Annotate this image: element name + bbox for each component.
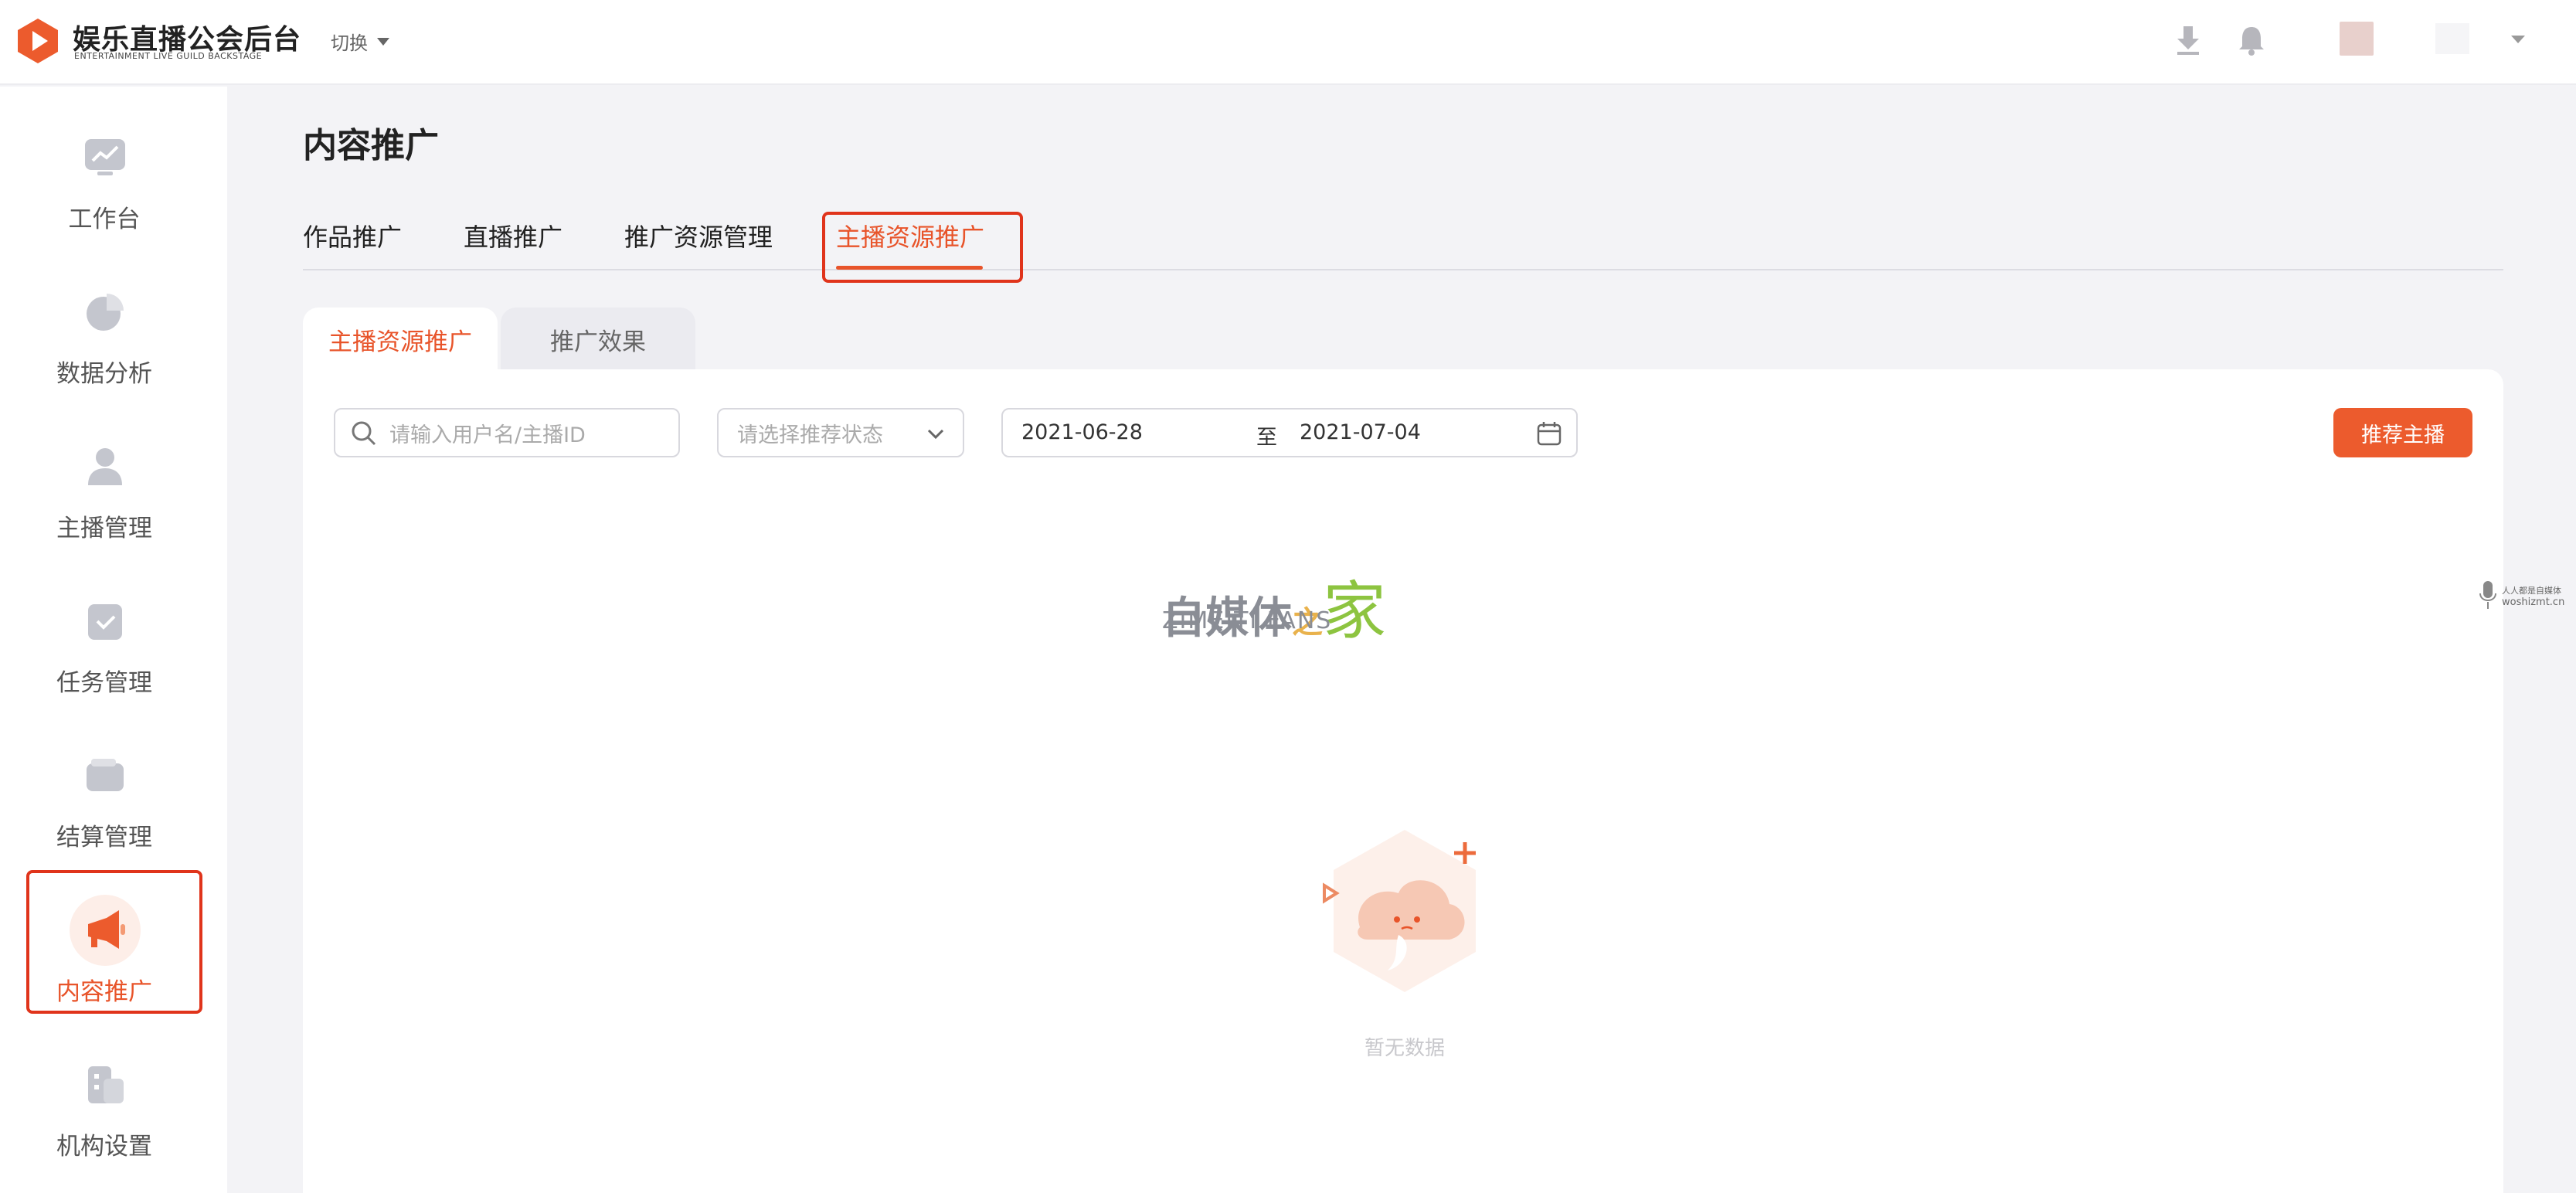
bell-icon[interactable] [2234, 23, 2268, 57]
sidebar-item-label: 主播管理 [56, 515, 152, 542]
top-header: 娱乐直播公会后台 ENTERTAINMENT LIVE GUILD BACKST… [0, 0, 2576, 85]
download-icon[interactable] [2171, 23, 2205, 57]
sidebar: 工作台 数据分析 主播管理 任务管理 结算管理 内容推广 机构设置 [0, 87, 227, 1193]
clipboard-check-icon [88, 604, 122, 640]
corner-watermark-line1: 人人都是自媒体 [2502, 586, 2561, 596]
tab-works-promotion[interactable]: 作品推广 [303, 218, 402, 253]
pie-chart-icon [87, 294, 124, 331]
date-start: 2021-06-28 [1021, 420, 1143, 444]
subtab-streamer-resource-promotion[interactable]: 主播资源推广 [303, 308, 498, 371]
switch-label: 切换 [331, 32, 368, 54]
sidebar-item-workbench[interactable]: 工作台 [0, 136, 209, 275]
content-panel: 请输入用户名/主播ID 请选择推荐状态 2021-06-28 至 2021-07… [303, 369, 2503, 1193]
brand-subtitle: ENTERTAINMENT LIVE GUILD BACKSTAGE [74, 51, 263, 61]
highlight-box-sidebar [26, 870, 202, 1014]
username-blurred [2435, 23, 2469, 54]
search-icon [352, 421, 376, 446]
empty-state-illustration [1323, 830, 1476, 992]
date-end: 2021-07-04 [1300, 420, 1421, 444]
page-title: 内容推广 [303, 126, 439, 165]
sidebar-item-label: 任务管理 [56, 669, 152, 697]
recommend-streamer-button[interactable]: 推荐主播 [2333, 408, 2472, 457]
watermark-logo: 自媒体之家 [1162, 559, 1386, 651]
search-placeholder: 请输入用户名/主播ID [389, 423, 586, 447]
chevron-down-icon [927, 429, 944, 440]
status-select[interactable]: 请选择推荐状态 [717, 408, 964, 457]
tab-live-promotion[interactable]: 直播推广 [464, 218, 562, 253]
app-logo-icon [18, 19, 58, 63]
sidebar-item-org-settings[interactable]: 机构设置 [0, 1063, 209, 1193]
date-range-picker[interactable]: 2021-06-28 至 2021-07-04 [1001, 408, 1578, 457]
building-settings-icon [88, 1066, 124, 1103]
calendar-icon [1537, 422, 1562, 446]
sidebar-item-data-analysis[interactable]: 数据分析 [0, 291, 209, 430]
sidebar-item-label: 机构设置 [56, 1133, 152, 1161]
watermark-english: ZIMEITI.FANS [1162, 607, 1333, 634]
search-input[interactable]: 请输入用户名/主播ID [334, 408, 680, 457]
status-placeholder: 请选择推荐状态 [737, 423, 883, 447]
empty-state-text: 暂无数据 [1364, 1037, 1445, 1060]
sidebar-item-label: 结算管理 [56, 824, 152, 851]
sidebar-item-streamer-management[interactable]: 主播管理 [0, 445, 209, 584]
wallet-icon [87, 759, 124, 791]
user-menu-caret-icon[interactable] [2511, 36, 2525, 43]
corner-watermark-line2: woshizmt.cn [2502, 596, 2565, 608]
main-tabs: 作品推广 直播推广 推广资源管理 主播资源推广 [303, 218, 2503, 270]
user-icon [88, 448, 122, 485]
sidebar-item-label: 工作台 [68, 206, 141, 233]
tab-promotion-resource-management[interactable]: 推广资源管理 [624, 218, 773, 253]
switch-button[interactable]: 切换 [331, 28, 389, 55]
highlight-box-tab [822, 212, 1023, 283]
subtab-promotion-effect[interactable]: 推广效果 [501, 308, 695, 371]
sidebar-item-label: 数据分析 [56, 360, 152, 388]
avatar[interactable] [2340, 22, 2374, 56]
caret-down-icon [377, 37, 389, 46]
sidebar-item-task-management[interactable]: 任务管理 [0, 600, 209, 739]
date-separator: 至 [1256, 426, 1277, 450]
dashboard-chart-icon [85, 139, 125, 175]
